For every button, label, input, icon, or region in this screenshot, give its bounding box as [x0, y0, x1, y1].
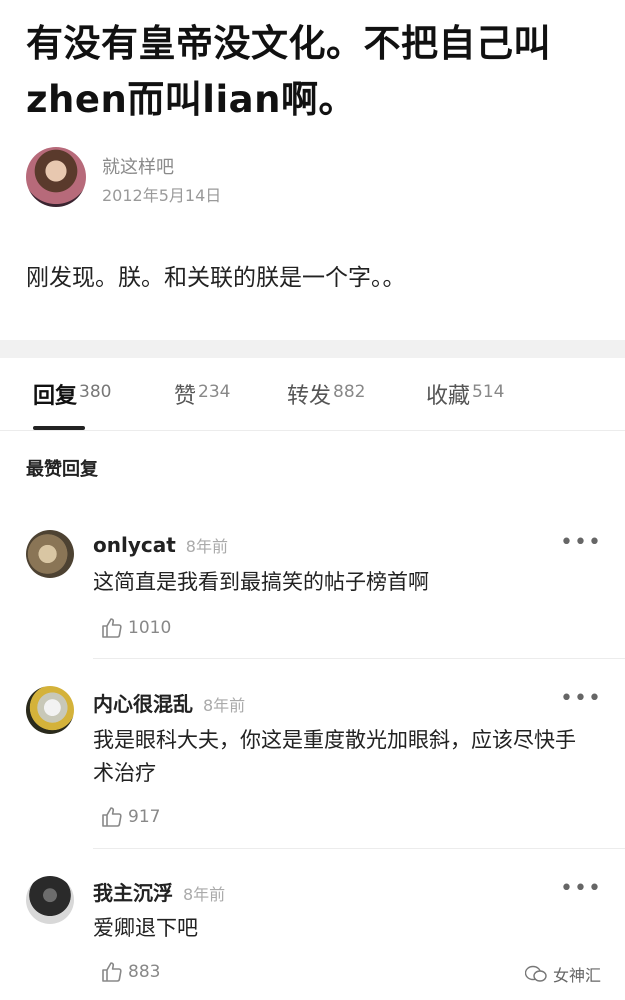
- comment-time: 8年前: [203, 696, 246, 715]
- like-button[interactable]: 883: [100, 960, 160, 984]
- like-button[interactable]: 917: [100, 805, 160, 829]
- like-count: 1010: [128, 618, 172, 638]
- thumbs-up-icon: [102, 962, 122, 982]
- watermark-text: 女神汇: [553, 966, 602, 985]
- author-name[interactable]: 就这样吧: [102, 153, 174, 179]
- section-label: 最赞回复: [26, 459, 98, 480]
- post-body: 刚发现。朕。和关联的朕是一个字。。: [26, 265, 406, 291]
- thumbs-up-icon: [102, 807, 122, 827]
- avatar[interactable]: [26, 686, 74, 734]
- comment-text: 我是眼科大夫，你这是重度散光加眼斜，应该尽快手术治疗: [93, 728, 576, 785]
- tab-replies-count: 380: [79, 382, 112, 402]
- comment-time: 8年前: [185, 537, 228, 556]
- like-count: 917: [128, 807, 161, 827]
- comment-text: 这简直是我看到最搞笑的帖子榜首啊: [93, 570, 429, 594]
- avatar[interactable]: [26, 530, 74, 578]
- tab-likes-count: 234: [198, 382, 231, 402]
- avatar[interactable]: [26, 876, 74, 924]
- tab-bar: 回复 380 赞 234 转发 882 收藏 514: [0, 358, 625, 431]
- tab-reposts-count: 882: [333, 382, 366, 402]
- post-date: 2012年5月14日: [102, 186, 222, 205]
- like-button[interactable]: 1010: [100, 616, 171, 640]
- wechat-icon: [525, 965, 547, 982]
- comment-author-name: 我主沉浮: [93, 881, 173, 905]
- watermark: 女神汇: [525, 962, 601, 986]
- comment-author[interactable]: 内心很混乱 8年前: [93, 688, 245, 717]
- comment-text: 爱卿退下吧: [93, 916, 198, 940]
- tab-favorites-count: 514: [472, 382, 505, 402]
- tab-reposts-label: 转发: [287, 384, 332, 409]
- tab-replies-label: 回复: [33, 384, 78, 409]
- comment-author[interactable]: 我主沉浮 8年前: [93, 877, 225, 906]
- more-options-icon[interactable]: •••: [560, 686, 602, 711]
- comment-author-name: onlycat: [93, 533, 176, 557]
- thumbs-up-icon: [102, 618, 122, 638]
- tab-likes[interactable]: 赞 234: [174, 378, 230, 410]
- comment-divider: [93, 658, 625, 659]
- comment-divider: [93, 848, 625, 849]
- like-count: 883: [128, 962, 161, 982]
- section-divider: [0, 340, 625, 358]
- comment-author[interactable]: onlycat 8年前: [93, 533, 228, 557]
- tab-likes-label: 赞: [174, 384, 197, 409]
- comment-author-name: 内心很混乱: [93, 692, 193, 716]
- tab-replies[interactable]: 回复 380: [33, 378, 111, 410]
- author-avatar[interactable]: [26, 147, 86, 207]
- tab-favorites-label: 收藏: [426, 384, 471, 409]
- more-options-icon[interactable]: •••: [560, 876, 602, 901]
- tab-reposts[interactable]: 转发 882: [287, 378, 365, 410]
- comment-time: 8年前: [183, 885, 226, 904]
- active-tab-indicator: [33, 426, 85, 430]
- tab-favorites[interactable]: 收藏 514: [426, 378, 504, 410]
- post-title: 有没有皇帝没文化。不把自己叫zhen而叫lian啊。: [26, 22, 551, 121]
- more-options-icon[interactable]: •••: [560, 530, 602, 555]
